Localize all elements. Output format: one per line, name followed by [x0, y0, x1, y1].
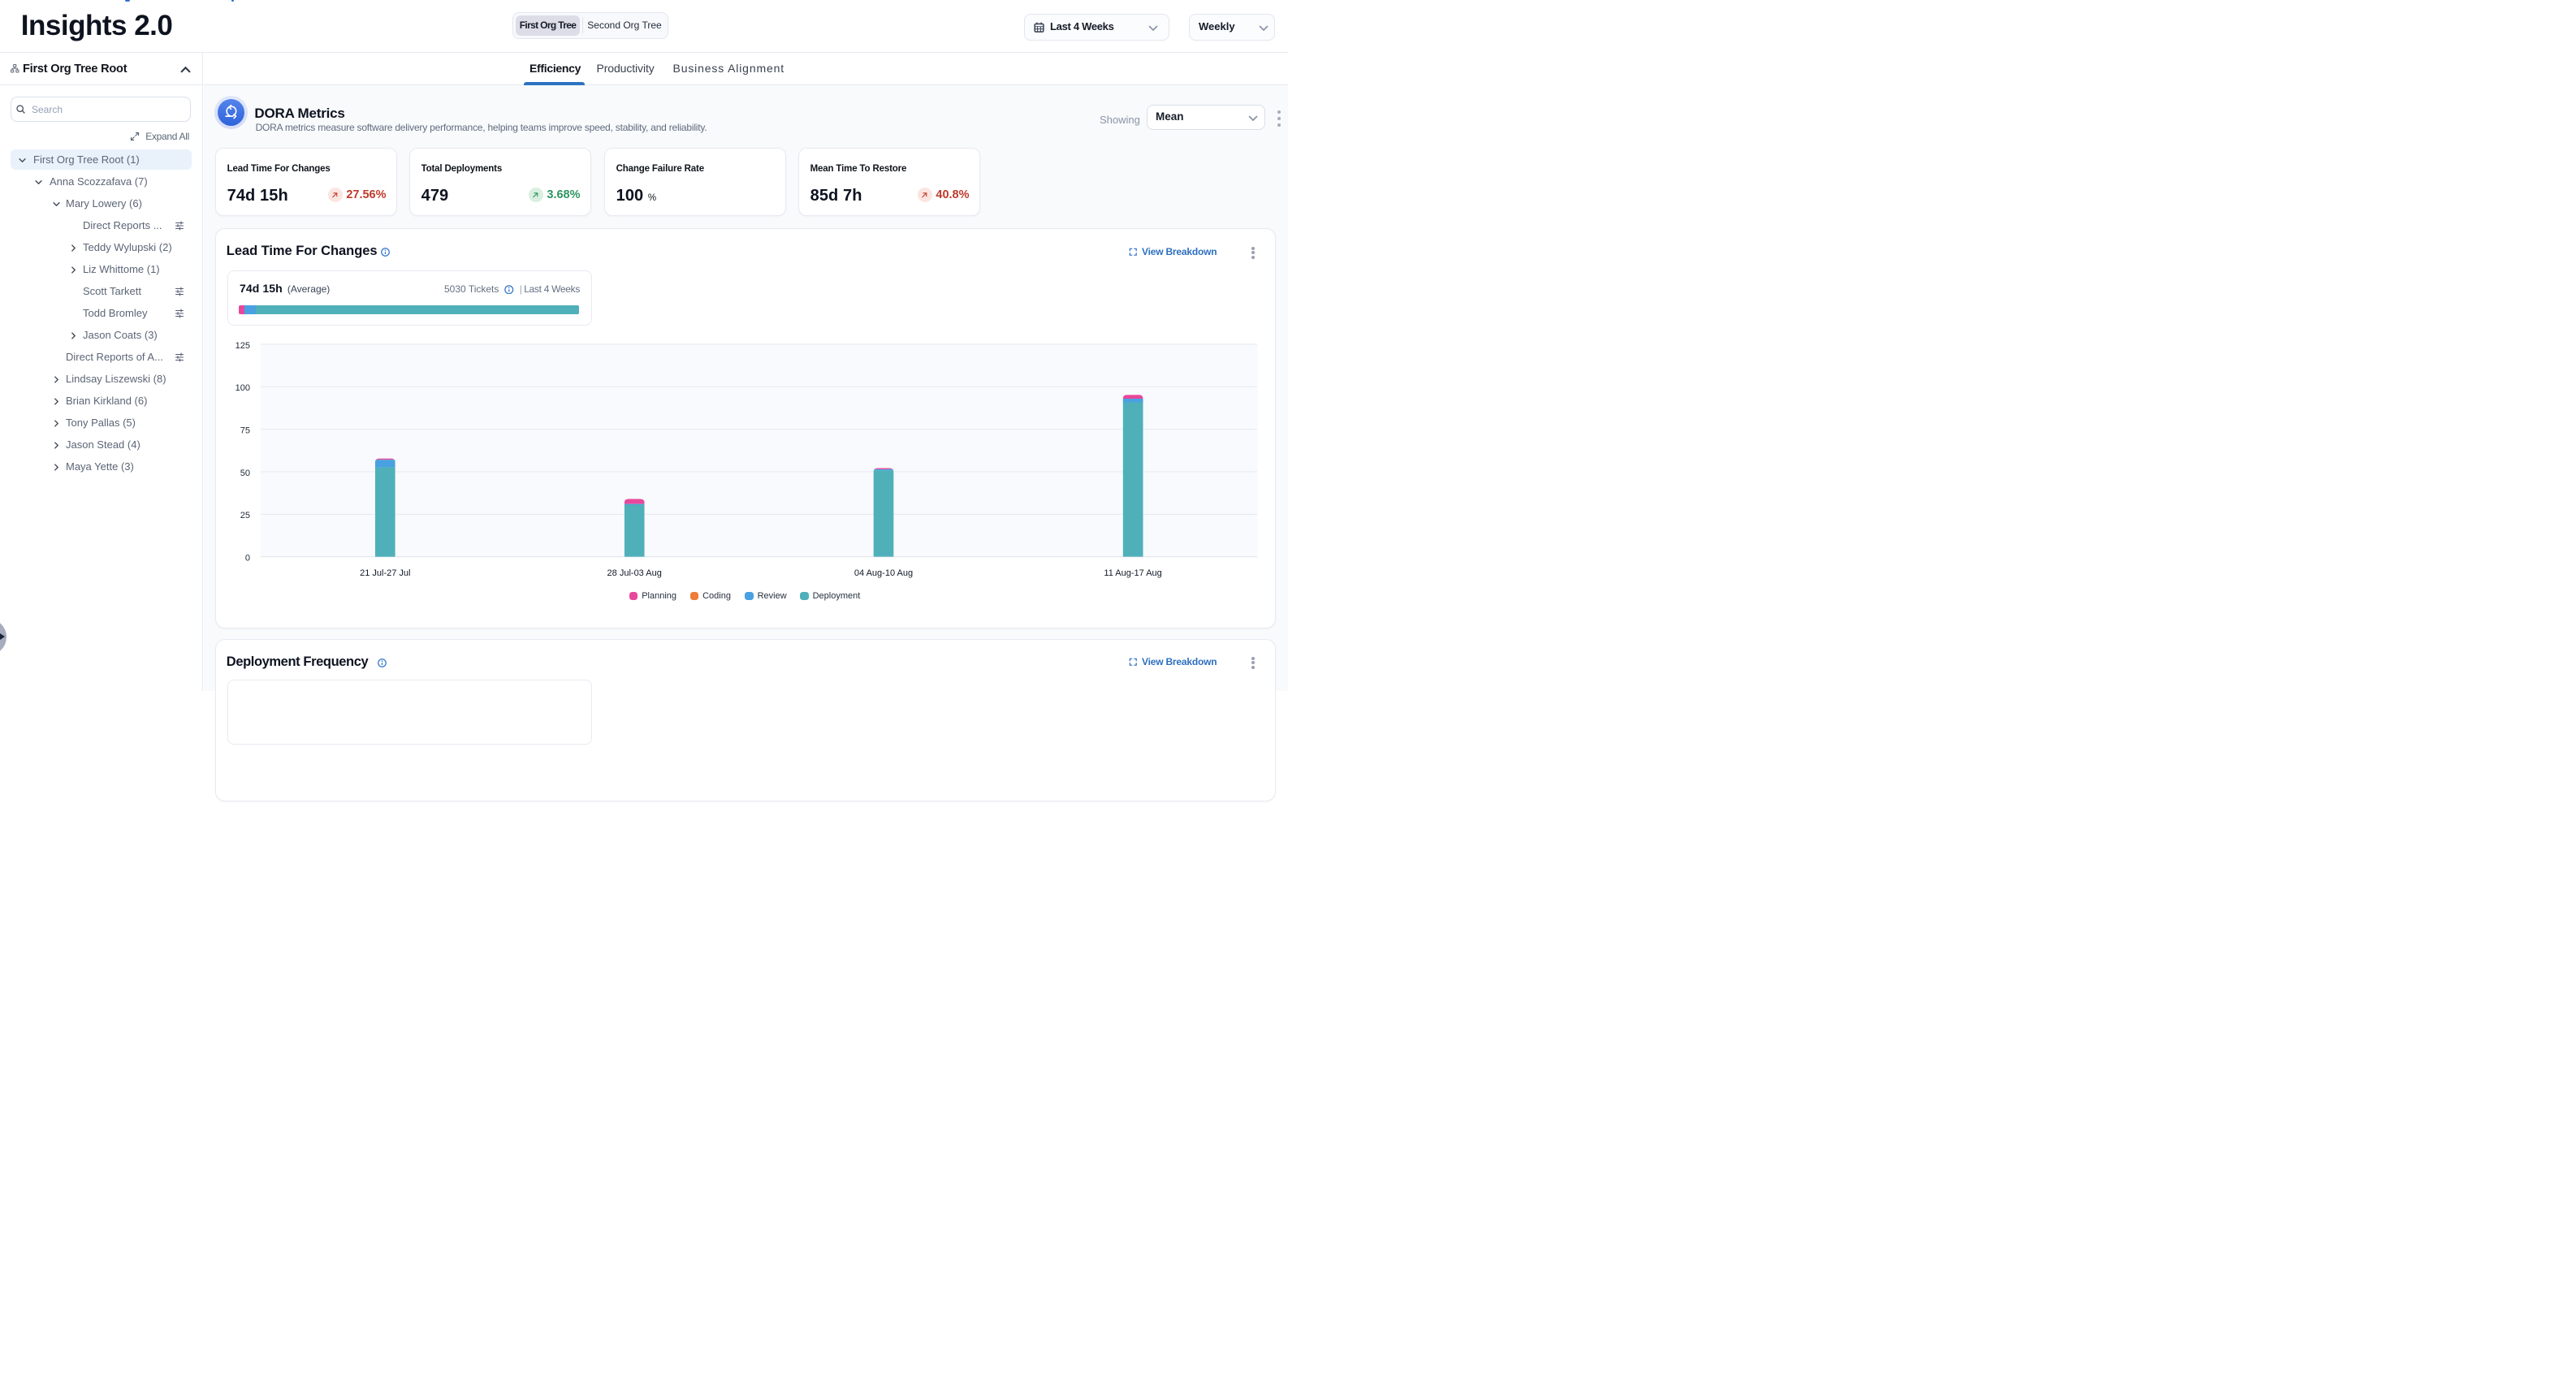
svg-text:28 Jul-03 Aug: 28 Jul-03 Aug	[607, 568, 662, 578]
svg-text:04 Aug-10 Aug: 04 Aug-10 Aug	[854, 568, 913, 578]
svg-text:125: 125	[236, 341, 250, 351]
svg-text:25: 25	[240, 511, 250, 520]
svg-text:11 Aug-17 Aug: 11 Aug-17 Aug	[1104, 568, 1161, 578]
svg-text:50: 50	[240, 469, 250, 478]
svg-text:100: 100	[236, 383, 250, 393]
svg-text:75: 75	[240, 426, 250, 436]
svg-text:21 Jul-27 Jul: 21 Jul-27 Jul	[360, 568, 410, 578]
svg-text:0: 0	[245, 554, 250, 564]
